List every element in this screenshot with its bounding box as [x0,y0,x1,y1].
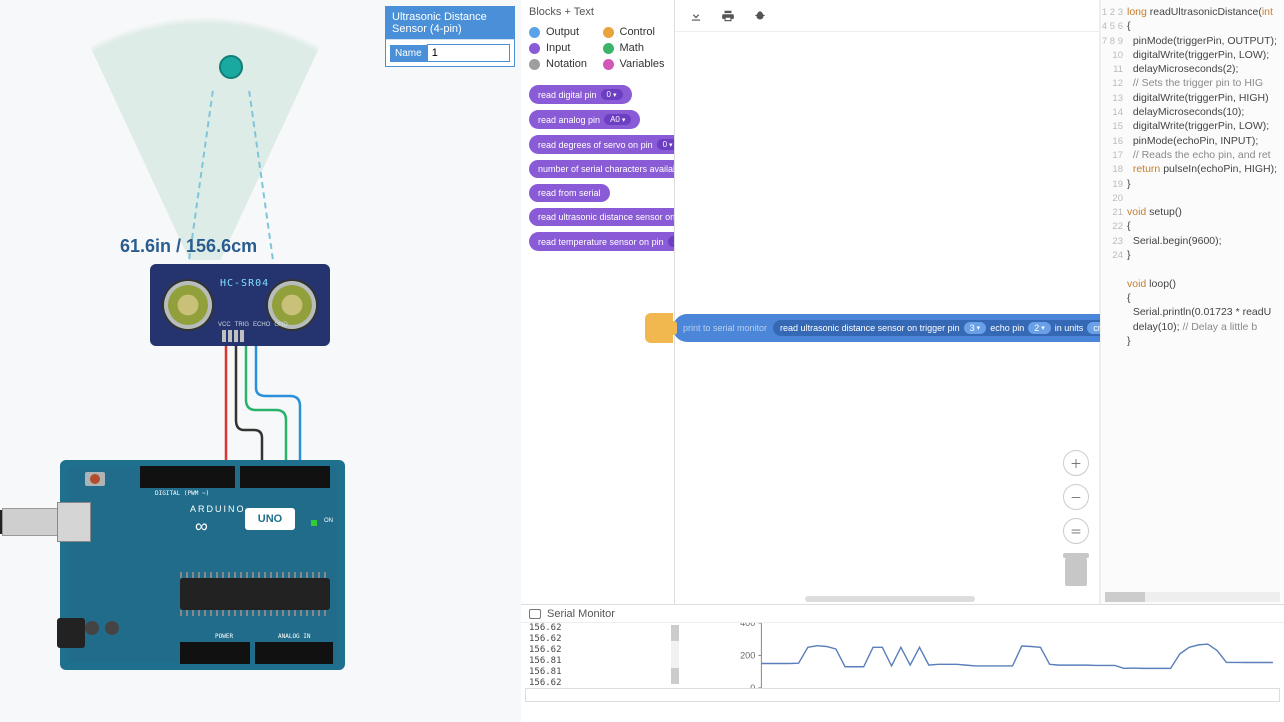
workspace-toolbar [675,0,1099,32]
workspace-scrollbar[interactable] [805,596,975,602]
blocks-mode-label[interactable]: Blocks + Text [529,6,666,18]
blocks-toolbox[interactable]: Blocks + Text Output Control Input Math Nota… [521,0,675,604]
name-field-label: Name [390,45,427,62]
zoom-out-button[interactable]: － [1063,484,1089,510]
print-icon[interactable] [721,9,735,23]
print-label: print to serial monitor [683,323,767,333]
ultrasonic-sensor[interactable]: HC-SR04 VCCTRIGECHOGND [150,264,330,346]
toolbox-block[interactable]: read ultrasonic distance sensor on trigg… [529,208,675,226]
category-output[interactable]: Output [529,26,593,38]
sensor-pin-labels: VCCTRIGECHOGND [218,322,288,328]
download-icon[interactable] [689,9,703,23]
toolbox-block[interactable]: read from serial [529,184,610,202]
svg-text:200: 200 [740,650,755,660]
reset-button[interactable] [85,472,105,486]
serial-title: Serial Monitor [547,608,615,620]
toolbox-block[interactable]: number of serial characters available [529,160,675,178]
capacitor [105,621,119,635]
arduino-board[interactable]: ARDUINO ∞ UNO ON DIGITAL (PWM ~) POWER A… [60,460,345,670]
power-label: POWER [215,633,233,640]
serial-plot: 0200400 [731,623,1278,688]
serial-input[interactable] [525,688,1280,702]
digital-label: DIGITAL (PWM ~) [155,490,209,497]
code-scrollbar[interactable]: ‹ [1105,592,1280,602]
svg-text:400: 400 [740,623,755,628]
toolbox-block[interactable]: read analog pinA0 [529,110,640,129]
component-inspector[interactable]: Ultrasonic Distance Sensor (4-pin) Name [385,6,515,67]
serial-scrollbar[interactable] [671,625,679,684]
sensor-model-label: HC-SR04 [220,278,269,289]
workspace-controls: ＋ － ＝ [1063,450,1089,586]
ultrasonic-read-slot[interactable]: read ultrasonic distance sensor on trigg… [773,320,1124,336]
name-input[interactable] [427,44,510,62]
code-panel[interactable]: 1 2 3 4 5 6 7 8 9 10 11 12 13 14 15 16 1… [1100,0,1284,604]
toolbox-block[interactable]: read temperature sensor on pinA0 [529,232,675,251]
header-digital-left[interactable] [140,466,235,488]
toolbox-block[interactable]: read degrees of servo on pin0 [529,135,675,154]
trigger-pin-dropdown[interactable]: 3 [964,322,987,334]
power-led [311,520,317,526]
zoom-in-button[interactable]: ＋ [1063,450,1089,476]
line-gutter: 1 2 3 4 5 6 7 8 9 10 11 12 13 14 15 16 1… [1101,6,1123,263]
barrel-jack [57,618,85,648]
header-analog[interactable] [255,642,333,664]
category-control[interactable]: Control [603,26,667,38]
serial-output: 156.62 156.62 156.62 156.81 156.81 156.6… [529,623,669,686]
on-label: ON [324,518,333,524]
usb-port [57,502,91,542]
code-text: long readUltrasonicDistance(int { pinMod… [1127,5,1277,348]
category-variables[interactable]: Variables [603,58,667,70]
category-notation[interactable]: Notation [529,58,593,70]
arduino-logo-icon: ∞ [195,516,208,537]
analog-label: ANALOG IN [278,633,311,640]
transducer-left [164,281,212,329]
header-power[interactable] [180,642,250,664]
sensor-cone [50,0,360,260]
capacitor [85,621,99,635]
echo-pin-dropdown[interactable]: 2 [1028,322,1051,334]
serial-icon [529,609,541,619]
bug-icon[interactable] [753,9,767,23]
usb-plug [2,508,62,536]
atmega-chip [180,578,330,610]
sensor-pins [222,330,244,342]
category-input[interactable]: Input [529,42,593,54]
toolbox-block[interactable]: read digital pin0 [529,85,632,104]
circuit-canvas[interactable]: 61.6in / 156.6cm HC-SR04 VCCTRIGECHOGND … [0,0,521,722]
block-notch [645,313,673,343]
arduino-brand: ARDUINO [190,504,246,514]
arduino-model: UNO [245,508,295,530]
zoom-fit-button[interactable]: ＝ [1063,518,1089,544]
category-math[interactable]: Math [603,42,667,54]
serial-monitor[interactable]: Serial Monitor 156.62 156.62 156.62 156.… [521,604,1284,704]
trash-icon[interactable] [1065,558,1087,586]
distance-reading: 61.6in / 156.6cm [120,236,257,257]
target-ball[interactable] [219,55,243,79]
header-digital-right[interactable] [240,466,330,488]
inspector-title: Ultrasonic Distance Sensor (4-pin) [386,7,514,39]
blocks-workspace[interactable]: print to serial monitor read ultrasonic … [675,0,1100,604]
